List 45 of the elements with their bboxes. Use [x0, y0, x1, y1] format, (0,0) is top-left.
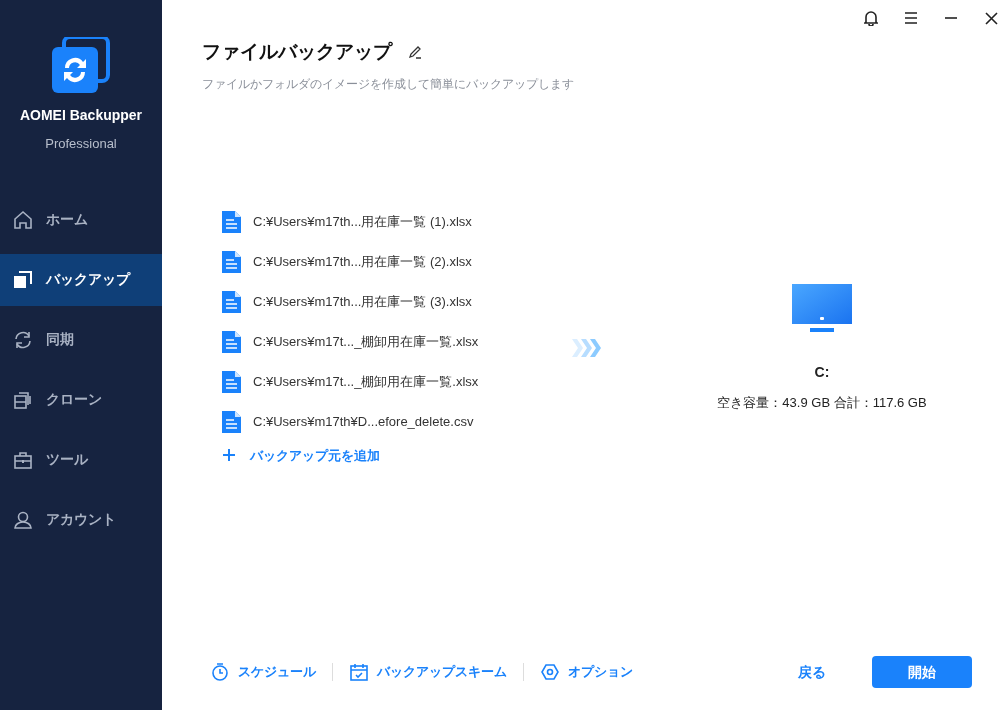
notification-icon[interactable]	[861, 8, 881, 28]
monitor-icon	[791, 283, 853, 334]
add-source-link[interactable]: バックアップ元を追加	[222, 445, 380, 465]
toolbox-icon	[13, 449, 33, 470]
document-icon	[222, 330, 241, 353]
clone-icon	[13, 389, 33, 410]
edit-icon[interactable]	[408, 45, 422, 60]
drive-name: C:	[814, 362, 830, 382]
file-path: C:¥Users¥m17t..._棚卸用在庫一覧.xlsx	[253, 372, 479, 391]
home-icon	[13, 209, 33, 230]
drive-space: 空き容量：43.9 GB 合計：117.6 GB	[717, 393, 927, 412]
sync-icon	[13, 329, 33, 350]
chevrons-icon	[572, 338, 602, 357]
back-button[interactable]: 戻る	[798, 661, 826, 683]
app-logo	[52, 37, 110, 95]
plus-icon	[222, 448, 236, 463]
user-icon	[13, 509, 33, 530]
document-icon	[222, 290, 241, 313]
nav-item[interactable]: バックアップ	[0, 253, 162, 306]
nav-item[interactable]: ツール	[0, 433, 162, 486]
nav-item[interactable]: 同期	[0, 313, 162, 366]
document-icon	[222, 250, 241, 273]
app-name: AOMEI Backupper	[19, 106, 143, 125]
hexagon-nut-icon	[540, 662, 560, 682]
file-path: C:¥Users¥m17th¥D...efore_delete.csv	[253, 412, 474, 431]
start-button[interactable]: 開始	[872, 656, 972, 688]
nav-item[interactable]: アカウント	[0, 493, 162, 546]
calendar-icon	[349, 662, 369, 682]
stopwatch-icon	[210, 662, 230, 682]
option-link[interactable]: バックアップスキーム	[349, 662, 507, 682]
nav-item[interactable]: クローン	[0, 373, 162, 426]
file-path: C:¥Users¥m17t..._棚卸用在庫一覧.xlsx	[253, 332, 479, 351]
page-subtitle: ファイルかフォルダのイメージを作成して簡単にバックアップします	[202, 75, 575, 93]
nav-item[interactable]: ホーム	[0, 193, 162, 246]
app-edition: Professional	[45, 135, 117, 153]
option-link[interactable]: スケジュール	[210, 662, 316, 682]
backup-icon	[13, 269, 33, 290]
document-icon	[222, 410, 241, 433]
file-path: C:¥Users¥m17th...用在庫一覧 (2).xlsx	[253, 252, 472, 271]
page-title: ファイルバックアップ	[202, 40, 392, 64]
file-path: C:¥Users¥m17th...用在庫一覧 (1).xlsx	[253, 212, 472, 231]
option-link[interactable]: オプション	[540, 662, 633, 682]
document-icon	[222, 210, 241, 233]
document-icon	[222, 370, 241, 393]
file-path: C:¥Users¥m17th...用在庫一覧 (3).xlsx	[253, 292, 472, 311]
